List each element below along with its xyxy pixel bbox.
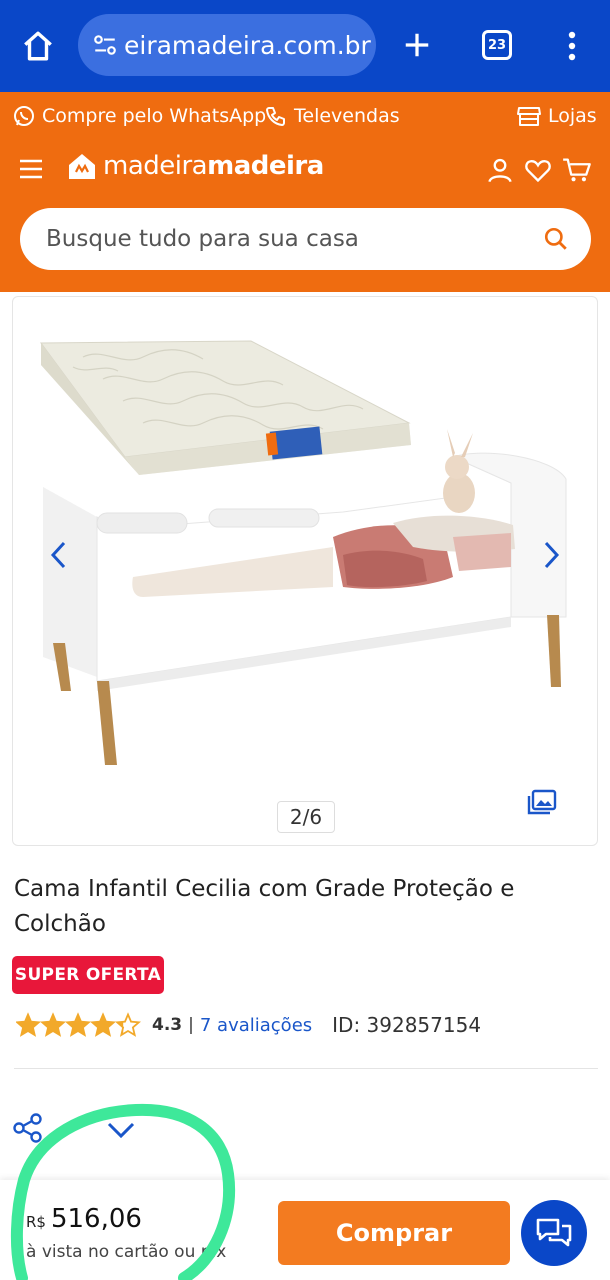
gallery-next-button[interactable]: [531, 533, 571, 577]
super-offer-badge: SUPER OFERTA: [12, 956, 164, 994]
search-input[interactable]: [46, 226, 506, 252]
search-icon[interactable]: [543, 226, 569, 252]
browser-toolbar: еiramadeira.com.br 23: [0, 0, 610, 92]
home-button[interactable]: [18, 24, 58, 68]
logo-text: madeiramadeira: [103, 151, 324, 181]
store-icon: [517, 107, 541, 126]
cart-icon[interactable]: [562, 156, 592, 184]
menu-icon: [20, 159, 42, 179]
currency: R$: [26, 1213, 46, 1231]
heart-icon[interactable]: [524, 156, 552, 184]
whatsapp-label: Compre pelo WhatsApp: [42, 105, 267, 127]
rating-separator: |: [188, 1015, 194, 1035]
televendas-link[interactable]: Televendas: [264, 104, 400, 128]
browser-menu-button[interactable]: [560, 26, 584, 66]
tab-switcher-button[interactable]: 23: [482, 30, 512, 60]
star-icon: [65, 1012, 91, 1037]
share-icon[interactable]: [12, 1112, 44, 1144]
chevron-right-icon: [544, 541, 560, 569]
rating-stars: [16, 1012, 141, 1037]
tune-icon[interactable]: [90, 30, 120, 60]
header-actions: [486, 156, 592, 184]
star-icon: [115, 1012, 141, 1037]
reviews-link[interactable]: 7 avaliações: [200, 1015, 312, 1036]
buy-button[interactable]: Comprar: [278, 1201, 510, 1265]
menu-button[interactable]: [18, 156, 44, 182]
lojas-link[interactable]: Lojas: [516, 104, 597, 128]
user-icon[interactable]: [486, 156, 514, 184]
chat-button[interactable]: [521, 1200, 587, 1266]
new-tab-button[interactable]: [398, 26, 436, 64]
product-image: [40, 340, 567, 765]
home-icon: [24, 31, 52, 61]
more-vert-icon: [568, 31, 576, 61]
star-icon: [16, 1012, 41, 1037]
tabs-icon: 23: [487, 37, 507, 53]
whatsapp-icon: [14, 106, 34, 126]
price: R$ 516,06: [26, 1204, 142, 1234]
address-bar[interactable]: еiramadeira.com.br: [78, 14, 376, 76]
gallery-prev-button[interactable]: [39, 533, 79, 577]
star-icon: [40, 1012, 66, 1037]
gallery-counter: 2/6: [277, 801, 335, 833]
purchase-bar: R$ 516,06 à vista no cartão ou pix Compr…: [0, 1180, 610, 1280]
header-topline: Compre pelo WhatsApp Televendas Lojas: [0, 92, 610, 142]
phone-icon: [266, 107, 285, 126]
url-text: еiramadeira.com.br: [124, 30, 371, 60]
product-id: ID: 392857154: [332, 1013, 482, 1037]
product-title: Cama Infantil Cecilia com Grade Proteção…: [14, 876, 515, 937]
price-value: 516,06: [50, 1204, 142, 1234]
price-note: à vista no cartão ou pix: [26, 1242, 227, 1262]
divider: [14, 1068, 598, 1069]
site-logo[interactable]: madeiramadeira: [66, 150, 324, 182]
site-header: Compre pelo WhatsApp Televendas Lojas ma…: [0, 92, 610, 292]
lojas-label: Lojas: [548, 105, 597, 127]
whatsapp-link[interactable]: Compre pelo WhatsApp: [12, 104, 266, 128]
rating-row: 4.3 | 7 avaliações ID: 392857154: [16, 1012, 481, 1038]
chevron-left-icon: [50, 541, 66, 569]
search-box[interactable]: [20, 208, 591, 270]
image-gallery-icon[interactable]: [527, 789, 557, 815]
star-icon: [90, 1012, 116, 1037]
product-gallery[interactable]: 2/6: [12, 296, 598, 846]
chevron-down-icon[interactable]: [106, 1118, 136, 1142]
rating-value: 4.3: [152, 1015, 183, 1035]
chat-icon: [536, 1218, 572, 1247]
logo-icon: [69, 154, 95, 179]
televendas-label: Televendas: [294, 105, 400, 127]
plus-icon: [405, 33, 429, 57]
